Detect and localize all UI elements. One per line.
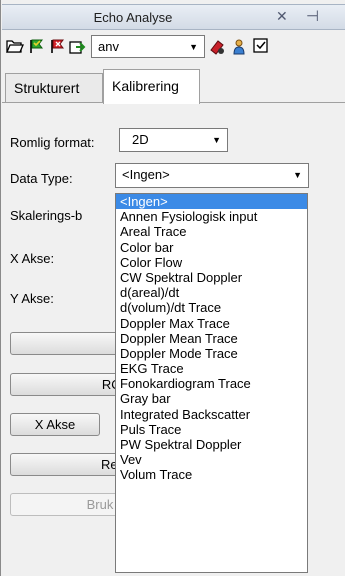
- dropdown-option[interactable]: Areal Trace: [116, 224, 307, 239]
- romlig-format-label: Romlig format:: [10, 135, 95, 150]
- dropdown-option[interactable]: <Ingen>: [116, 194, 307, 210]
- red-tool-icon[interactable]: [209, 38, 227, 56]
- dropdown-option[interactable]: Doppler Max Trace: [116, 316, 307, 331]
- skalering-label: Skalerings-b: [10, 208, 83, 223]
- romlig-format-select[interactable]: 2D ▼: [119, 128, 228, 152]
- dropdown-option[interactable]: Puls Trace: [116, 422, 307, 437]
- romlig-format-value: 2D: [132, 132, 149, 147]
- person-icon[interactable]: [230, 38, 248, 56]
- tab-kalibrering-label: Kalibrering: [112, 78, 179, 94]
- open-folder-icon[interactable]: [6, 38, 24, 54]
- dropdown-option[interactable]: Fonokardiogram Trace: [116, 376, 307, 391]
- title-bar: Echo Analyse ✕ ⊣: [2, 4, 345, 30]
- dropdown-option[interactable]: d(areal)/dt: [116, 285, 307, 300]
- dropdown-option[interactable]: Volum Trace: [116, 467, 307, 482]
- dropdown-option[interactable]: Color Flow: [116, 255, 307, 270]
- check-box-icon[interactable]: [252, 38, 270, 54]
- x-akse-label: X Akse:: [10, 251, 55, 266]
- tab-kalibrering[interactable]: Kalibrering: [103, 69, 200, 104]
- tab-strukturert[interactable]: Strukturert: [5, 73, 103, 102]
- x-akse-button[interactable]: X Akse: [10, 413, 100, 436]
- echo-analyse-panel: Echo Analyse ✕ ⊣ anv ▼ Strukturert Kalib…: [0, 0, 345, 576]
- y-akse-label: Y Akse:: [10, 291, 54, 306]
- window-title: Echo Analyse: [93, 10, 173, 25]
- tab-strip: Strukturert Kalibrering: [2, 69, 345, 104]
- data-type-dropdown-list[interactable]: <Ingen> Annen Fysiologisk input Areal Trac…: [115, 193, 308, 573]
- dropdown-option[interactable]: Color bar: [116, 240, 307, 255]
- toolbar-combo-value: anv: [98, 39, 119, 54]
- export-icon[interactable]: [69, 38, 87, 54]
- data-type-select[interactable]: <Ingen> ▼: [115, 163, 309, 188]
- dropdown-option[interactable]: Doppler Mode Trace: [116, 346, 307, 361]
- dropdown-option[interactable]: PW Spektral Doppler: [116, 437, 307, 452]
- chevron-down-icon: ▼: [212, 135, 221, 145]
- close-icon[interactable]: ✕: [276, 8, 288, 25]
- toolbar: anv ▼: [2, 31, 345, 63]
- pin-icon[interactable]: ⊣: [306, 7, 319, 25]
- dropdown-option[interactable]: d(volum)/dt Trace: [116, 300, 307, 315]
- data-type-value: <Ingen>: [122, 167, 170, 182]
- chevron-down-icon: ▼: [189, 42, 198, 52]
- dropdown-option[interactable]: CW Spektral Doppler: [116, 270, 307, 285]
- toolbar-combo[interactable]: anv ▼: [91, 35, 205, 58]
- green-flag-icon[interactable]: [28, 38, 46, 54]
- red-flag-icon[interactable]: [49, 38, 67, 54]
- chevron-down-icon: ▼: [293, 170, 302, 180]
- dropdown-option[interactable]: EKG Trace: [116, 361, 307, 376]
- data-type-label: Data Type:: [10, 171, 73, 186]
- tab-strukturert-label: Strukturert: [14, 80, 80, 96]
- dropdown-option[interactable]: Vev: [116, 452, 307, 467]
- dropdown-option[interactable]: Gray bar: [116, 391, 307, 406]
- dropdown-option[interactable]: Doppler Mean Trace: [116, 331, 307, 346]
- dropdown-option[interactable]: Integrated Backscatter: [116, 407, 307, 422]
- dropdown-option[interactable]: Annen Fysiologisk input: [116, 209, 307, 224]
